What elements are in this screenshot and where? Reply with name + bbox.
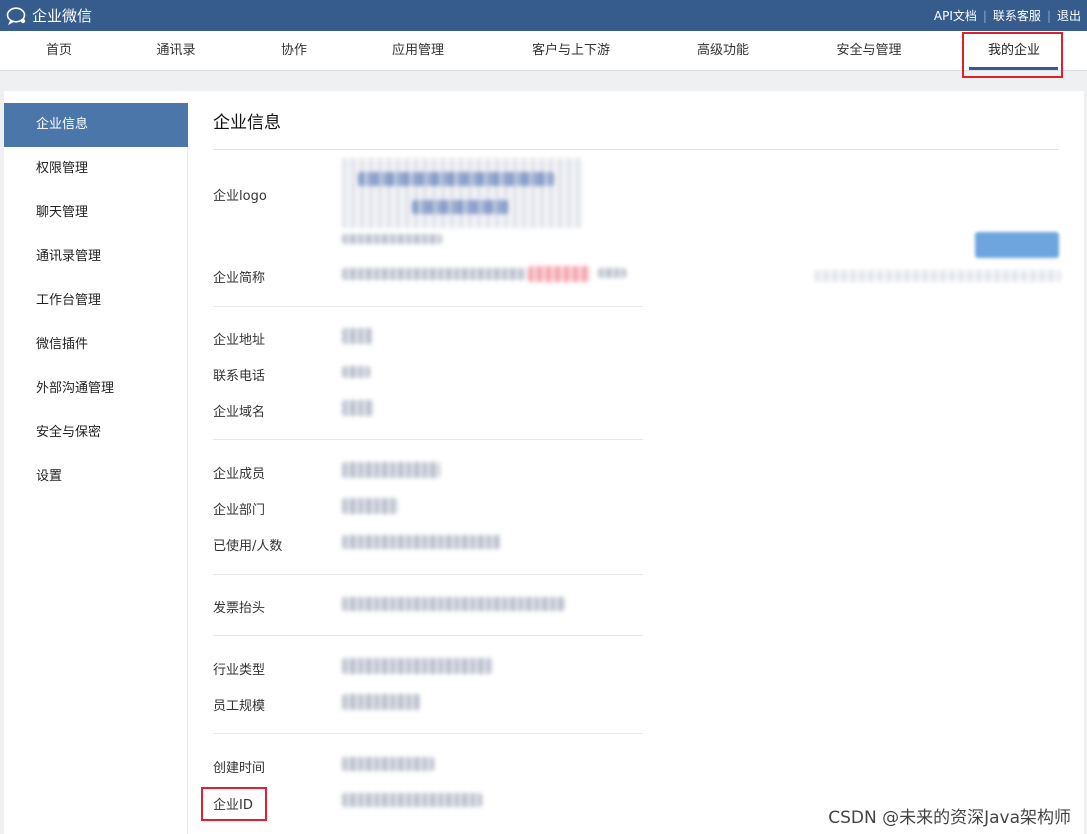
address-value (342, 328, 372, 344)
divider (213, 733, 643, 734)
api-docs-link[interactable]: API文档 (934, 7, 977, 24)
sidebar-item-workbench[interactable]: 工作台管理 (4, 279, 188, 323)
sidebar-item-company-info[interactable]: 企业信息 (4, 103, 188, 147)
nav-home[interactable]: 首页 (30, 31, 88, 71)
label-phone: 联系电话 (213, 369, 266, 384)
nav-app-management[interactable]: 应用管理 (383, 31, 453, 71)
corp-id-highlight-box (201, 787, 267, 821)
nav-contacts[interactable]: 通讯录 (146, 31, 206, 71)
label-used-seats: 已使用/人数 (213, 539, 283, 554)
short-name-note (815, 270, 1061, 282)
label-departments: 企业部门 (213, 503, 266, 518)
divider (213, 439, 643, 440)
logout-link[interactable]: 退出 (1057, 7, 1081, 24)
divider (213, 635, 643, 636)
divider (213, 306, 643, 307)
label-short-name: 企业简称 (213, 271, 266, 286)
label-scale: 员工规模 (213, 699, 266, 714)
logo-text-blurred (358, 172, 554, 186)
short-name-value (598, 268, 626, 278)
departments-value (342, 498, 398, 514)
nav-security-management[interactable]: 安全与管理 (826, 31, 912, 71)
main-nav: 首页 通讯录 协作 应用管理 客户与上下游 高级功能 安全与管理 我的企业 (0, 31, 1087, 71)
short-name-value (342, 268, 526, 280)
label-industry: 行业类型 (213, 663, 266, 678)
edit-button[interactable] (975, 232, 1059, 258)
separator: | (982, 8, 987, 23)
sidebar-item-wechat-plugin[interactable]: 微信插件 (4, 323, 188, 367)
nav-advanced[interactable]: 高级功能 (686, 31, 760, 71)
label-members: 企业成员 (213, 467, 266, 482)
sidebar-item-security[interactable]: 安全与保密 (4, 411, 188, 455)
created-value (342, 757, 434, 771)
divider (213, 574, 643, 575)
top-header-bar: 企业微信 API文档 | 联系客服 | 退出 (0, 0, 1087, 31)
scale-value (342, 694, 420, 710)
sidebar-item-permissions[interactable]: 权限管理 (4, 147, 188, 191)
members-value (342, 462, 440, 478)
separator: | (1046, 8, 1051, 23)
logo-text-blurred (412, 200, 508, 214)
nav-highlight-box (962, 32, 1063, 78)
watermark: CSDN @未来的资深Java架构师 (828, 808, 1071, 828)
industry-value (342, 658, 492, 674)
nav-collaboration[interactable]: 协作 (266, 31, 322, 71)
invoice-value (342, 597, 566, 611)
app-title: 企业微信 (32, 7, 93, 25)
label-domain: 企业域名 (213, 405, 266, 420)
corp-id-value (342, 793, 482, 807)
page-title: 企业信息 (213, 113, 281, 133)
label-invoice: 发票抬头 (213, 601, 266, 616)
company-logo-image (342, 158, 582, 228)
wecom-logo-icon (6, 6, 26, 25)
label-logo: 企业logo (213, 189, 267, 204)
divider (213, 149, 1059, 150)
domain-value (342, 400, 374, 416)
used-seats-value (342, 535, 500, 549)
sidebar: 企业信息 权限管理 聊天管理 通讯录管理 工作台管理 微信插件 外部沟通管理 安… (4, 103, 188, 834)
phone-value (342, 366, 370, 378)
header-links: API文档 | 联系客服 | 退出 (934, 7, 1081, 24)
nav-customers[interactable]: 客户与上下游 (521, 31, 621, 71)
logo-hint-blurred (342, 234, 442, 244)
label-created: 创建时间 (213, 761, 266, 776)
short-name-warning (528, 266, 590, 282)
app-logo[interactable]: 企业微信 (6, 5, 92, 26)
label-address: 企业地址 (213, 333, 266, 348)
sidebar-item-external-contact[interactable]: 外部沟通管理 (4, 367, 188, 411)
contact-support-link[interactable]: 联系客服 (993, 7, 1041, 24)
sidebar-item-settings[interactable]: 设置 (4, 455, 188, 499)
sidebar-item-contacts[interactable]: 通讯录管理 (4, 235, 188, 279)
sidebar-item-chat[interactable]: 聊天管理 (4, 191, 188, 235)
